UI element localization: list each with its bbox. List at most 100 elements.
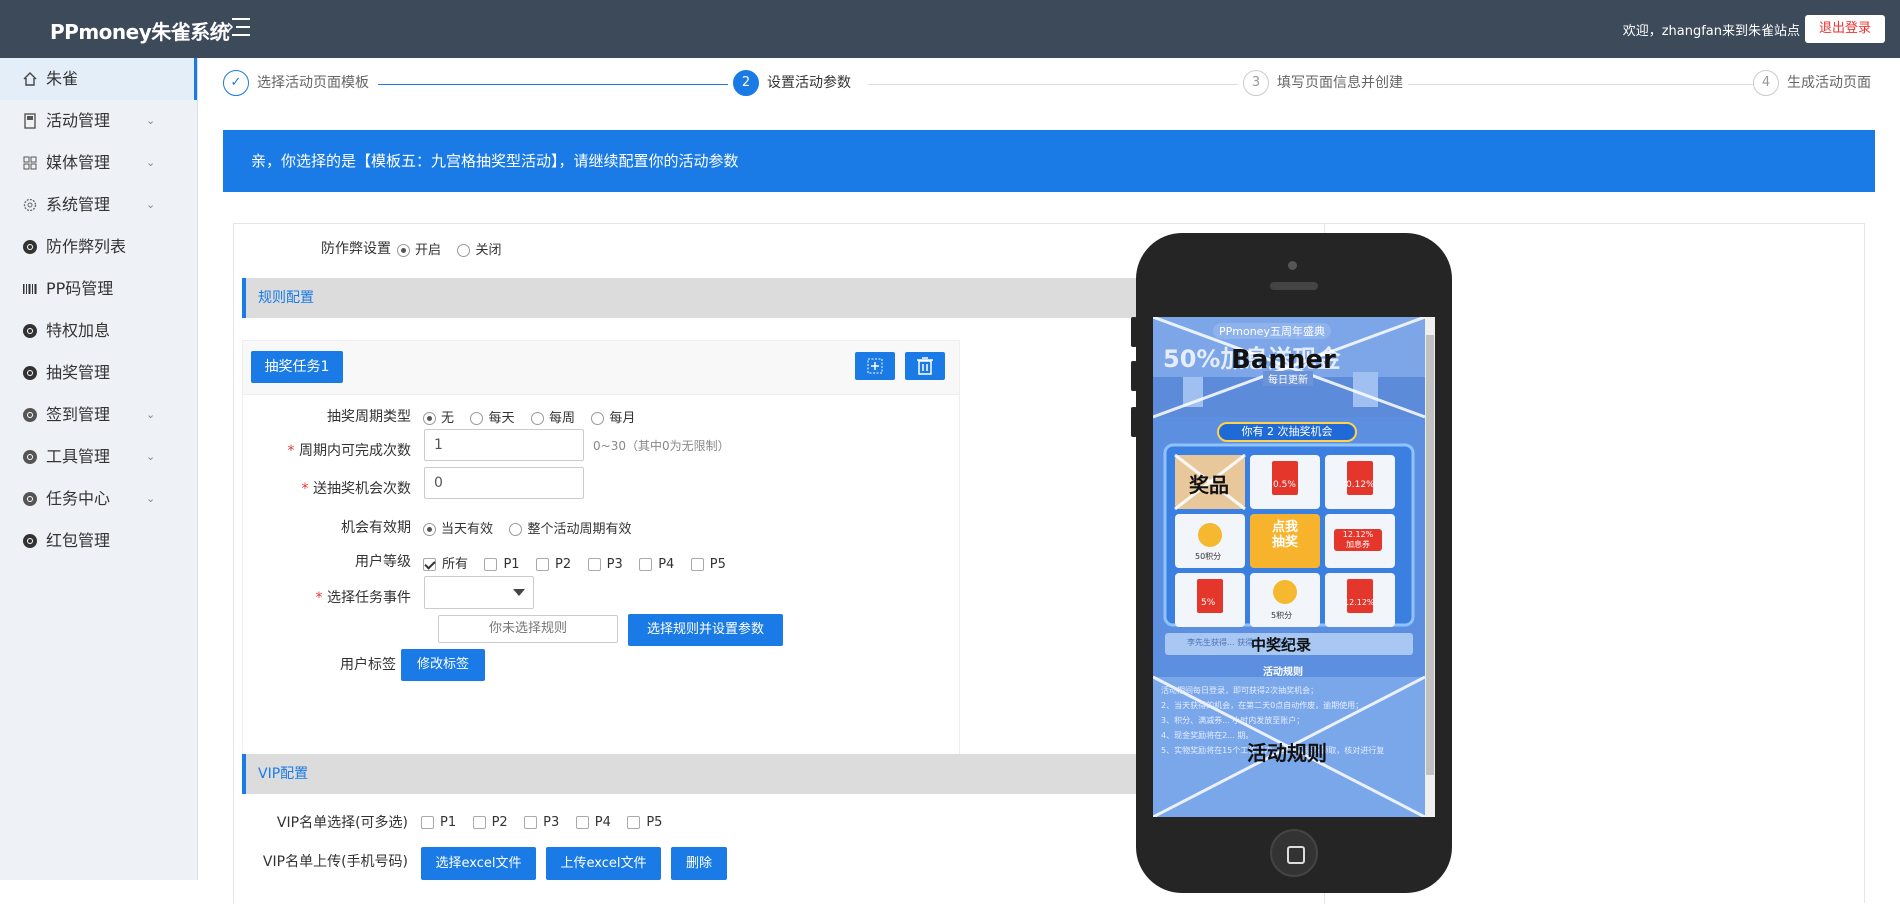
logout-button[interactable]: 退出登录 (1805, 15, 1885, 43)
step-label: 设置活动参数 (767, 75, 851, 91)
level-all-checkbox[interactable]: 所有 (423, 553, 468, 572)
option-label: P3 (543, 815, 560, 830)
sidebar-item-signin[interactable]: 签到管理 ⌄ (0, 394, 197, 436)
level-p2-checkbox[interactable]: P2 (536, 557, 571, 572)
option-label: P1 (440, 815, 457, 830)
event-select[interactable] (424, 576, 534, 609)
sidebar-item-privilege[interactable]: 特权加息 (0, 310, 197, 352)
anticheat-off-radio[interactable]: 关闭 (457, 239, 501, 258)
config-panel: 防作弊设置 开启 关闭 规则配置 抽奖任务1 抽奖周期类型 无 每天 每周 每月… (233, 223, 1865, 904)
prize-cell: 12.12% 加息券 (1342, 530, 1374, 549)
option-label: 无 (441, 411, 455, 426)
rule-display: 你未选择规则 (438, 615, 618, 643)
cycle-daily-radio[interactable]: 每天 (470, 407, 514, 426)
rules-title: 活动规则 (1263, 667, 1303, 678)
delete-task-button[interactable] (905, 352, 945, 380)
check-icon: ✓ (223, 70, 249, 96)
sidebar-item-tools[interactable]: 工具管理 ⌄ (0, 436, 197, 478)
cycle-weekly-radio[interactable]: 每周 (530, 407, 575, 426)
menu-toggle-icon[interactable] (228, 16, 252, 38)
option-label: P1 (503, 557, 520, 572)
sidebar-item-tasks[interactable]: 任务中心 ⌄ (0, 478, 197, 520)
records-label: 中奖纪录 (1251, 636, 1312, 654)
draw-button[interactable]: 点我 抽奖 (1264, 520, 1306, 550)
delete-vip-button[interactable]: 删除 (671, 847, 727, 880)
checkbox-icon (690, 558, 704, 571)
prize-label: 奖品 (1189, 473, 1229, 497)
vip-p4-checkbox[interactable]: P4 (575, 815, 611, 830)
sidebar-item-lottery[interactable]: 抽奖管理 (0, 352, 197, 394)
cycle-options: 无 每天 每周 每月 (423, 407, 647, 426)
level-p1-checkbox[interactable]: P1 (484, 557, 520, 572)
task-tab-button[interactable]: 抽奖任务1 (251, 351, 343, 383)
chrome-icon (23, 408, 37, 422)
tag-label: 用户标签 (340, 657, 396, 673)
upload-excel-button[interactable]: 上传excel文件 (546, 847, 661, 880)
task-card-header: 抽奖任务1 (243, 341, 959, 395)
level-label: 用户等级 (355, 554, 411, 570)
chrome-icon (23, 324, 37, 338)
step-label: 填写页面信息并创建 (1277, 75, 1403, 91)
option-label: P5 (646, 815, 663, 830)
sidebar-item-home[interactable]: 朱雀 (0, 58, 197, 100)
banner-placeholder-label: Banner (1231, 345, 1336, 375)
vip-p5-checkbox[interactable]: P5 (627, 815, 662, 830)
vip-p1-checkbox[interactable]: P1 (421, 815, 456, 830)
checkbox-icon (421, 816, 434, 829)
step-connector (868, 84, 1238, 85)
send-input[interactable]: 0 (424, 467, 584, 499)
option-label: 每天 (488, 411, 515, 426)
sidebar-item-media[interactable]: 媒体管理 ⌄ (0, 142, 197, 184)
vip-p2-checkbox[interactable]: P2 (472, 815, 508, 830)
level-p4-checkbox[interactable]: P4 (639, 557, 674, 572)
radio-icon (591, 412, 605, 425)
sidebar-item-label: 活动管理 (46, 111, 111, 130)
sidebar-item-activities[interactable]: 活动管理 ⌄ (0, 100, 197, 142)
rules-line: 活动期间每日登录，即可获得2次抽奖机会； (1161, 686, 1319, 695)
sidebar-item-anticheat[interactable]: 防作弊列表 (0, 226, 197, 268)
add-task-button[interactable] (855, 352, 895, 380)
radio-checked-icon (423, 523, 436, 536)
anticheat-on-radio[interactable]: 开启 (397, 239, 441, 258)
step-number: 3 (1243, 70, 1269, 96)
chrome-icon (23, 492, 37, 506)
sidebar-item-label: 红包管理 (46, 531, 111, 550)
home-button-icon[interactable] (1270, 829, 1318, 877)
chrome-icon (23, 240, 37, 254)
app-title: PPmoney朱雀系统 (50, 20, 230, 44)
field-label: 送抽奖机会次数 (313, 481, 411, 497)
main-content: ✓ 选择活动页面模板 2 设置活动参数 3 填写页面信息并创建 4 生成活动页面 亲，你… (198, 58, 1900, 904)
valid-period-radio[interactable]: 整个活动周期有效 (509, 518, 631, 537)
radio-checked-icon (423, 412, 436, 425)
vip-p3-checkbox[interactable]: P3 (524, 815, 559, 830)
prize-cell: 5积分 (1271, 611, 1293, 620)
prize-cell: 50积分 (1195, 552, 1222, 561)
sidebar-item-label: 抽奖管理 (46, 363, 111, 382)
sidebar-item-redpacket[interactable]: 红包管理 (0, 520, 197, 562)
sidebar-item-label: 特权加息 (46, 321, 111, 340)
edit-tag-button[interactable]: 修改标签 (401, 649, 485, 681)
option-label: 每周 (548, 411, 575, 426)
chrome-icon (23, 450, 37, 464)
field-label: 周期内可完成次数 (299, 443, 411, 459)
speaker-icon (1270, 282, 1318, 290)
checkbox-icon (575, 816, 589, 829)
select-rule-button[interactable]: 选择规则并设置参数 (628, 614, 783, 646)
preview-scrollbar[interactable] (1425, 317, 1435, 817)
option-label: P5 (709, 557, 726, 572)
preview-screen[interactable]: PPmoney五周年盛典 50%加息送现金 每日更新 Banner 你有 2 次… (1153, 317, 1435, 817)
sidebar-item-system[interactable]: 系统管理 ⌄ (0, 184, 197, 226)
level-p3-checkbox[interactable]: P3 (587, 557, 623, 572)
level-p5-checkbox[interactable]: P5 (690, 557, 726, 572)
sidebar-item-ppcode[interactable]: PP码管理 (0, 268, 197, 310)
step-connector (378, 84, 728, 85)
cycle-none-radio[interactable]: 无 (423, 407, 454, 426)
prize-cell: 0.12% (1346, 480, 1375, 490)
cycle-monthly-radio[interactable]: 每月 (591, 407, 635, 426)
scrollbar-thumb[interactable] (1426, 335, 1434, 775)
choose-excel-button[interactable]: 选择excel文件 (421, 847, 536, 880)
radio-icon (457, 244, 471, 257)
option-label: 开启 (415, 243, 442, 258)
times-input[interactable]: 1 (424, 429, 584, 461)
valid-today-radio[interactable]: 当天有效 (423, 518, 493, 537)
